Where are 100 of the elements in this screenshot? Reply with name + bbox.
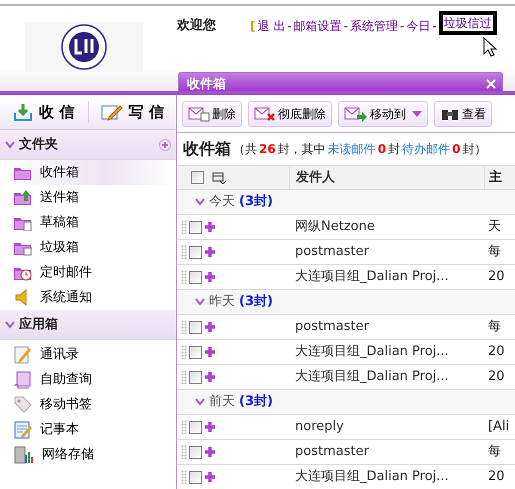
drag-handle[interactable] — [181, 245, 187, 259]
add-icon[interactable] — [204, 471, 216, 483]
pencil-note-icon — [100, 103, 123, 121]
row-checkbox[interactable] — [189, 446, 202, 458]
envelope-trash-icon — [188, 106, 210, 122]
group-count: (3封) — [239, 193, 273, 212]
folder-upload-icon — [13, 189, 32, 206]
separator-text: - — [287, 18, 292, 34]
sidebar-item[interactable]: 移动书签 — [0, 392, 176, 417]
tab-title[interactable]: 收件箱 — [187, 77, 226, 92]
separator-text: - — [432, 18, 437, 34]
row-checkbox[interactable] — [189, 320, 202, 334]
sidebar-item[interactable]: 通讯录 — [0, 342, 176, 367]
summary-text: 封，其中 — [278, 141, 326, 158]
sidebar-item[interactable]: 送件箱 — [0, 185, 176, 210]
toolbar-button[interactable]: 移动到 — [338, 100, 428, 126]
row-checkbox[interactable] — [189, 470, 202, 484]
add-icon[interactable] — [204, 421, 216, 433]
envelope-cross-icon — [254, 106, 276, 122]
drag-handle[interactable] — [181, 320, 187, 334]
header-link[interactable]: 垃圾信过 — [444, 15, 492, 31]
count-text: 0 — [452, 141, 460, 158]
sender-cell-text: 网纵Netzone — [294, 218, 376, 236]
drag-handle[interactable] — [181, 420, 187, 434]
group-count: (3封) — [239, 393, 273, 412]
section-header[interactable]: 应用箱 — [0, 310, 176, 340]
row-checkbox[interactable] — [189, 270, 202, 284]
summary-text: 封） — [462, 141, 486, 158]
sidebar-item[interactable]: 自助查询 — [0, 367, 176, 392]
subject-cell-text: [Ali — [487, 418, 510, 436]
header-link[interactable]: 退 出 — [257, 16, 286, 34]
receive-button[interactable]: 收 信 — [0, 100, 88, 124]
drag-handle[interactable] — [181, 220, 187, 234]
column-header[interactable]: 主 — [484, 166, 502, 189]
close-icon[interactable] — [486, 79, 496, 89]
sidebar-item[interactable]: 系统通知 — [0, 285, 176, 310]
sender-cell-text: 大连项目组_Dalian Proj... — [294, 343, 450, 362]
cursor-icon — [482, 37, 497, 57]
summary-text: （共 — [233, 141, 257, 158]
row-checkbox[interactable] — [189, 246, 202, 258]
section-header[interactable]: 文件夹 — [0, 130, 176, 160]
envelope-arrow-icon — [344, 106, 368, 122]
subject-cell-text: 每 — [487, 443, 501, 462]
row-checkbox[interactable] — [189, 346, 202, 358]
download-tray-icon — [13, 103, 34, 121]
group-count: (3封) — [239, 293, 273, 312]
subject-cell-text: 天 — [487, 218, 501, 236]
toolbar-button[interactable]: 查看 — [434, 100, 492, 126]
sidebar-item[interactable]: 草稿箱 — [0, 210, 176, 235]
pencil-paper-icon — [13, 345, 32, 364]
row-checkbox[interactable] — [189, 420, 202, 434]
add-icon[interactable] — [204, 221, 216, 233]
drag-handle[interactable] — [181, 345, 187, 359]
select-all-checkbox[interactable] — [191, 171, 204, 184]
sender-cell-text: postmaster — [294, 243, 370, 262]
sender-cell-text: postmaster — [294, 443, 370, 462]
sidebar-item[interactable]: 垃圾箱 — [0, 235, 176, 260]
filter-link[interactable]: 未读邮件 — [328, 140, 376, 158]
toolbar-button[interactable]: 彻底删除 — [248, 100, 332, 126]
drag-handle[interactable] — [181, 270, 187, 284]
separator-text: - — [344, 18, 348, 34]
subject-cell-text: 每 — [487, 318, 501, 336]
subject-cell-text: 20 — [487, 343, 505, 362]
header-link[interactable]: 邮箱设置 — [294, 16, 342, 34]
notepad-icon — [13, 420, 32, 439]
sidebar-item[interactable]: 定时邮件 — [0, 260, 176, 285]
header-link[interactable]: 今日 — [406, 16, 430, 34]
separator-text: - — [400, 18, 404, 34]
row-checkbox[interactable] — [189, 370, 202, 384]
sidebar-item[interactable]: 记事本 — [0, 417, 176, 442]
add-icon[interactable] — [204, 346, 216, 358]
row-checkbox[interactable] — [189, 220, 202, 234]
group-label[interactable]: 昨天 — [209, 292, 235, 312]
add-icon[interactable] — [204, 371, 216, 383]
sender-cell-text: postmaster — [294, 318, 370, 336]
sort-icon — [212, 172, 226, 184]
tag-icon — [13, 395, 32, 414]
list-title: 收件箱 — [183, 138, 231, 160]
count-text: 0 — [378, 141, 386, 158]
add-icon[interactable] — [204, 446, 216, 458]
column-header[interactable]: 发件人 — [289, 166, 484, 189]
sender-cell-text: noreply — [294, 418, 345, 436]
add-icon[interactable] — [159, 138, 171, 150]
subject-cell-text: 每 — [487, 243, 501, 262]
group-label[interactable]: 今天 — [209, 192, 235, 212]
header-link[interactable]: 系统管理 — [350, 16, 398, 34]
add-icon[interactable] — [204, 271, 216, 283]
drag-handle[interactable] — [181, 445, 187, 459]
subject-cell-text: 20 — [487, 268, 505, 286]
group-label[interactable]: 前天 — [209, 392, 235, 412]
add-icon[interactable] — [204, 321, 216, 333]
drag-handle[interactable] — [181, 470, 187, 484]
toolbar-button[interactable]: 删除 — [182, 100, 242, 126]
sidebar-item[interactable]: 网络存储 — [0, 442, 176, 467]
compose-button[interactable]: 写 信 — [88, 100, 176, 124]
filter-link[interactable]: 待办邮件 — [402, 140, 450, 158]
add-icon[interactable] — [204, 246, 216, 258]
sender-cell-text: 大连项目组_Dalian Proj... — [294, 268, 450, 286]
drag-handle[interactable] — [181, 370, 187, 384]
bracket-text: [ — [250, 18, 256, 34]
